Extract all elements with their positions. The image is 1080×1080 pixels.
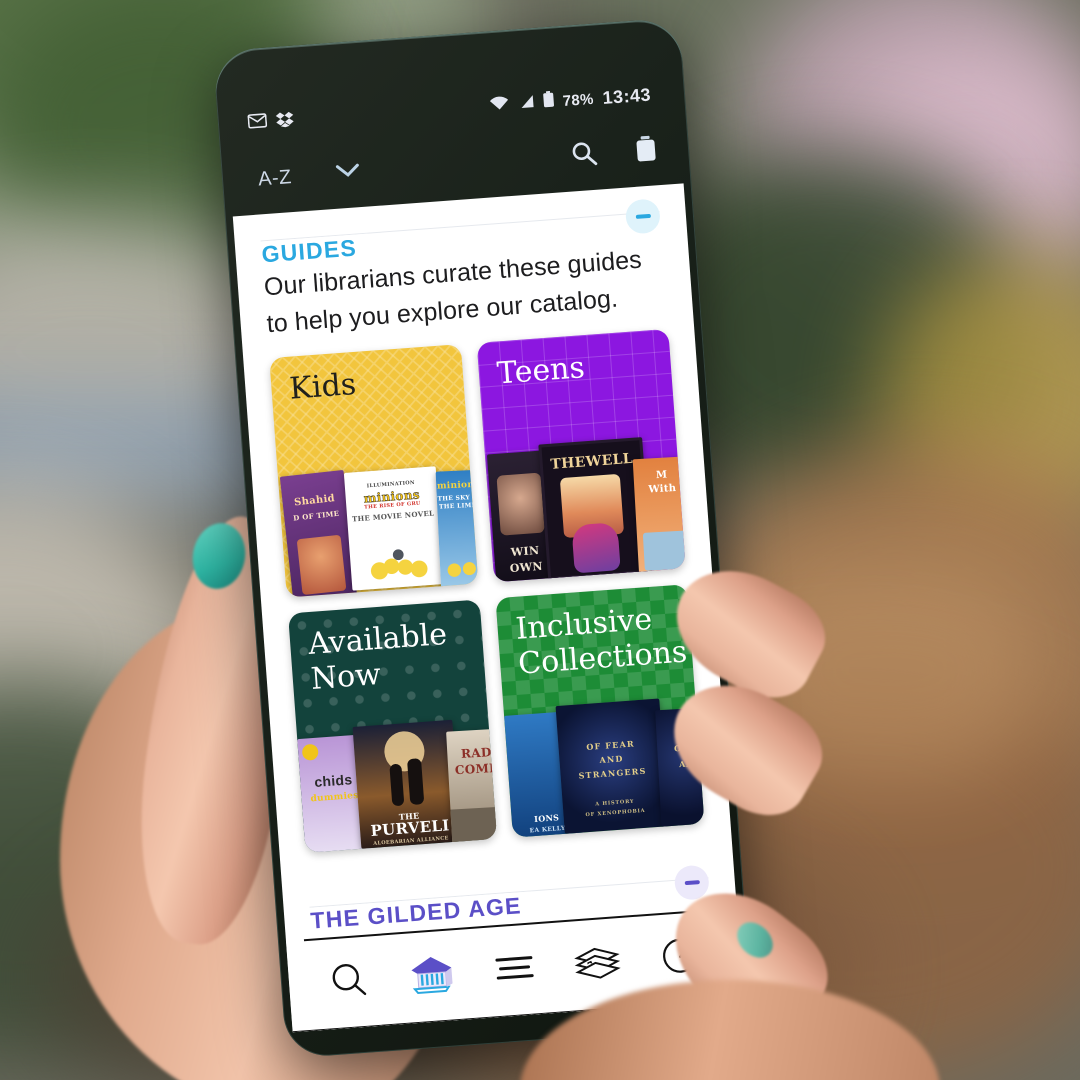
fingers-front <box>0 0 1080 1080</box>
photo-scene: 78% 13:43 A-Z GUIDES Our librarians cura… <box>0 0 1080 1080</box>
